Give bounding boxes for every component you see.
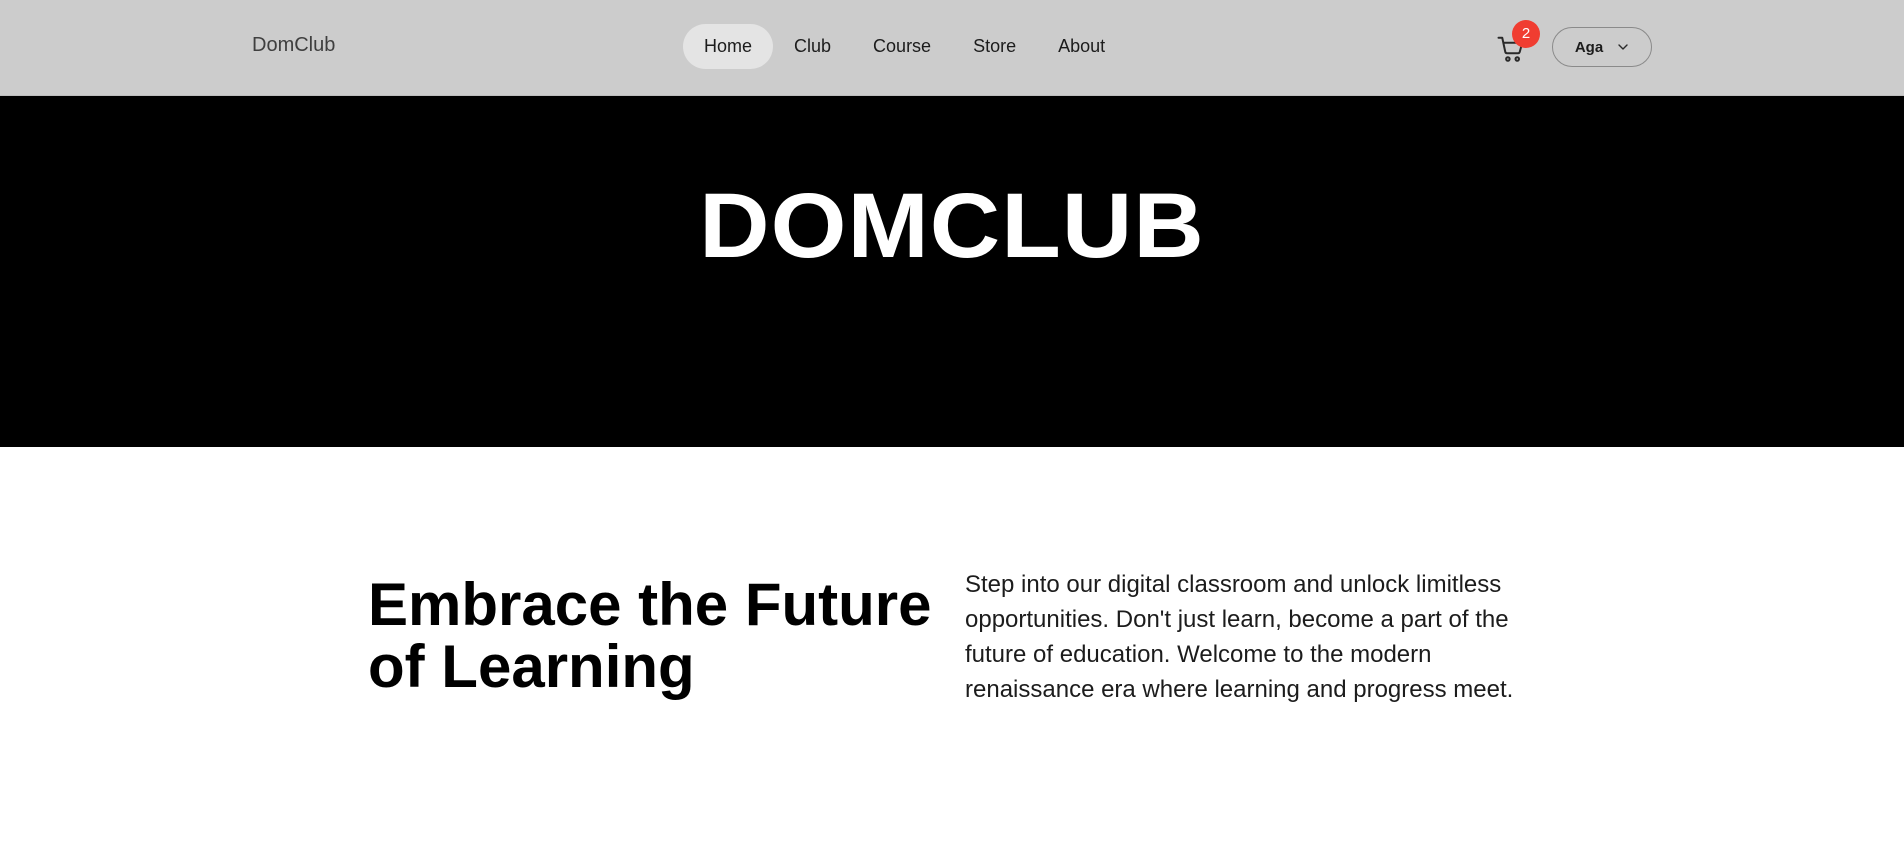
brand-logo-link[interactable]: DomClub bbox=[252, 34, 335, 57]
nav-link-store[interactable]: Store bbox=[952, 24, 1037, 69]
nav-link-about[interactable]: About bbox=[1037, 24, 1126, 69]
intro-heading: Embrace the Future of Learning bbox=[368, 571, 932, 700]
nav-link-club[interactable]: Club bbox=[773, 24, 852, 69]
intro-paragraph: Step into our digital classroom and unlo… bbox=[965, 571, 1514, 703]
chevron-down-icon bbox=[1618, 44, 1628, 50]
hero-title: DOMCLUB bbox=[699, 175, 1205, 277]
main-nav: Home Club Course Store About bbox=[683, 24, 1126, 69]
user-menu-dropdown[interactable]: Aga bbox=[1552, 27, 1652, 67]
hero-banner: DOMCLUB bbox=[0, 96, 1904, 447]
cart-button[interactable]: 2 bbox=[1496, 20, 1540, 64]
user-name-label: Aga bbox=[1574, 38, 1604, 56]
top-navbar: DomClub Home Club Course Store About 2 A… bbox=[0, 0, 1904, 96]
nav-link-course[interactable]: Course bbox=[852, 24, 952, 69]
cart-count-badge: 2 bbox=[1512, 20, 1540, 48]
nav-link-home[interactable]: Home bbox=[683, 24, 774, 69]
